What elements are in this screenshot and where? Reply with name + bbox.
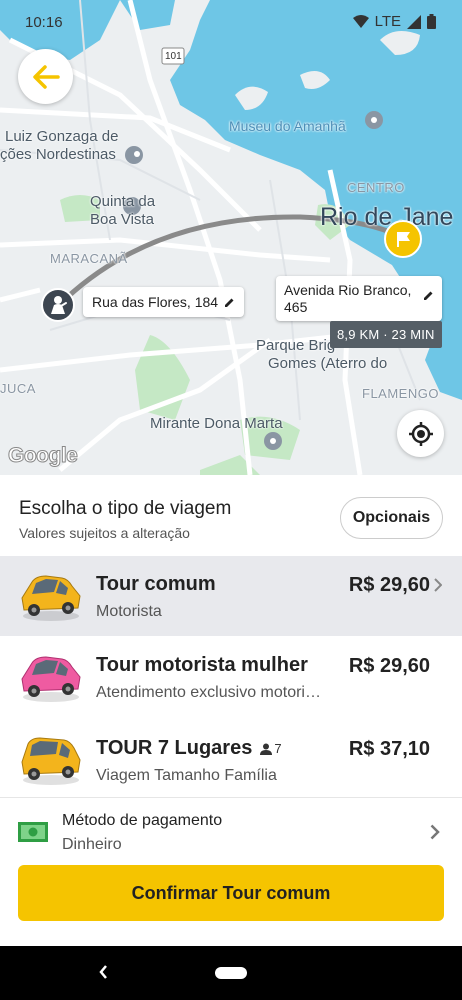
chevron-right-icon xyxy=(430,824,440,840)
signal-icon xyxy=(407,14,421,29)
map-label-centro: CENTRO xyxy=(347,180,405,195)
origin-pin xyxy=(41,288,75,322)
map-label-parque-2: Gomes (Aterro do xyxy=(268,355,388,372)
car-icon xyxy=(21,656,81,702)
passenger-icon xyxy=(51,296,67,314)
destination-address-label[interactable]: Avenida Rio Branco, 465 xyxy=(276,276,442,321)
map-label-rio: Rio de Jane xyxy=(320,203,454,231)
ride-option-motorista-mulher[interactable]: Tour motorista mulher Atendimento exclus… xyxy=(0,637,462,717)
map-label-mirante: Mirante Dona Marta xyxy=(150,415,283,432)
destination-address: Avenida Rio Branco, 465 xyxy=(284,282,412,315)
map-label-juca: JUCA xyxy=(0,381,36,396)
sheet-header: Escolha o tipo de viagem Valores sujeito… xyxy=(0,475,462,555)
map-label-quinta: Quinta da xyxy=(90,193,156,210)
ride-price: R$ 29,60 xyxy=(348,655,430,677)
sheet-subtitle: Valores sujeitos a alteração xyxy=(19,525,190,541)
highway-shield: 101 xyxy=(165,51,182,62)
origin-address: Rua das Flores, 184 xyxy=(92,294,219,310)
chevron-right-icon xyxy=(434,578,442,592)
ride-price: R$ 37,10 xyxy=(348,738,430,760)
payment-label: Método de pagamento xyxy=(62,812,223,829)
ride-name: Tour comum xyxy=(96,573,216,595)
ride-option-7-lugares[interactable]: TOUR 7 Lugares 7 Viagem Tamanho Família … xyxy=(0,720,462,800)
cash-icon xyxy=(18,822,48,842)
payment-value: Dinheiro xyxy=(62,836,122,853)
nav-back-icon[interactable] xyxy=(96,961,110,983)
destination-pin xyxy=(384,220,422,258)
flag-icon xyxy=(397,232,410,247)
car-icon xyxy=(21,575,81,621)
map-label-museu: Museu do Amanhã xyxy=(229,118,346,134)
network-type: LTE xyxy=(374,13,401,30)
ride-price: R$ 29,60 xyxy=(348,574,430,596)
my-location-button[interactable] xyxy=(397,410,444,457)
status-bar: 10:16 LTE xyxy=(0,0,462,46)
ride-description: Viagem Tamanho Família xyxy=(96,767,277,784)
wifi-icon xyxy=(352,14,369,28)
person-icon xyxy=(260,743,273,755)
edit-icon xyxy=(424,291,433,300)
eta-badge: 8,9 KM · 23 MIN xyxy=(330,321,442,348)
nav-home-pill[interactable] xyxy=(215,967,247,979)
seats-indicator: 7 xyxy=(260,741,282,756)
payment-method-row[interactable]: Método de pagamento Dinheiro xyxy=(0,797,462,863)
map-label-maracana: MARACANÃ xyxy=(50,251,128,266)
ride-description: Motorista xyxy=(96,603,162,620)
google-logo: Google xyxy=(7,444,78,468)
map-label-luiz-gonzaga: Luiz Gonzaga de xyxy=(5,128,119,145)
status-time: 10:16 xyxy=(25,14,63,31)
seat-count: 7 xyxy=(274,741,282,756)
map-label-flamengo: FLAMENGO xyxy=(362,386,439,401)
battery-icon xyxy=(427,14,436,29)
edit-icon xyxy=(225,298,234,307)
system-nav-bar xyxy=(0,946,462,1000)
ride-description: Atendimento exclusivo motori… xyxy=(96,684,321,701)
ride-name-row: TOUR 7 Lugares 7 xyxy=(96,737,282,760)
ride-name: TOUR 7 Lugares xyxy=(96,737,253,759)
van-icon xyxy=(21,737,81,785)
crosshair-icon xyxy=(408,421,433,446)
sheet-title: Escolha o tipo de viagem xyxy=(19,498,232,519)
ride-name: Tour motorista mulher xyxy=(96,654,308,676)
ride-option-tour-comum[interactable]: Tour comum Motorista R$ 29,60 xyxy=(0,556,462,636)
map-view[interactable]: 101 Luiz Gonzaga de ções Nordestinas Qui… xyxy=(0,0,462,475)
arrow-left-icon xyxy=(32,64,60,89)
back-button[interactable] xyxy=(18,49,73,104)
map-label-boa-vista: Boa Vista xyxy=(90,211,154,228)
optionals-button[interactable]: Opcionais xyxy=(340,497,443,539)
origin-address-label[interactable]: Rua das Flores, 184 xyxy=(83,287,245,317)
map-label-parque: Parque Brig xyxy=(256,337,336,354)
status-icons: LTE xyxy=(352,13,436,30)
ride-selection-sheet: Escolha o tipo de viagem Valores sujeito… xyxy=(0,475,462,946)
map-label-luiz-gonzaga-2: ções Nordestinas xyxy=(0,146,116,163)
confirm-ride-button[interactable]: Confirmar Tour comum xyxy=(18,865,444,921)
